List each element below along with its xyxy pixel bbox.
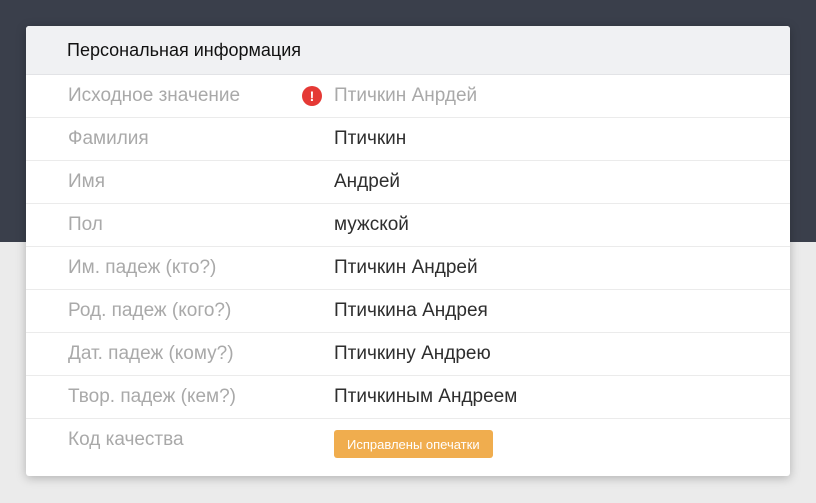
row-name: Имя Андрей (26, 161, 790, 204)
row-nominative: Им. падеж (кто?) Птичкин Андрей (26, 247, 790, 290)
personal-info-card: Персональная информация Исходное значени… (26, 26, 790, 476)
row-genitive: Род. падеж (кого?) Птичкина Андрея (26, 290, 790, 333)
row-label: Род. падеж (кого?) (68, 300, 232, 321)
row-label: Фамилия (68, 128, 149, 149)
row-label: Дат. падеж (кому?) (68, 343, 234, 364)
row-value: Птичкина Андрея (334, 300, 488, 321)
card-title: Персональная информация (67, 39, 302, 60)
row-label: Им. падеж (кто?) (68, 257, 217, 278)
row-gender: Пол мужской (26, 204, 790, 247)
row-surname: Фамилия Птичкин (26, 118, 790, 161)
quality-badge: Исправлены опечатки (334, 430, 493, 458)
row-value: Птичкину Андрею (334, 343, 491, 364)
info-rows: Исходное значение ! Птичкин Анрдей Фамил… (26, 75, 790, 472)
row-label: Пол (68, 214, 103, 235)
row-value: Птичкин Анрдей (334, 85, 478, 106)
card-header: Персональная информация (26, 26, 790, 75)
row-value: Птичкин (334, 128, 407, 149)
row-value: мужской (334, 214, 409, 235)
row-instrumental: Твор. падеж (кем?) Птичкиным Андреем (26, 376, 790, 419)
row-value: Птичкиным Андреем (334, 386, 518, 407)
row-label: Твор. падеж (кем?) (68, 386, 237, 407)
row-source-value: Исходное значение ! Птичкин Анрдей (26, 75, 790, 118)
exclamation-icon: ! (302, 86, 322, 106)
row-label: Имя (68, 171, 106, 192)
row-quality-code: Код качества Исправлены опечатки (26, 419, 790, 472)
row-label: Исходное значение (68, 85, 241, 106)
row-value: Андрей (334, 171, 400, 192)
row-label: Код качества (68, 429, 184, 450)
row-dative: Дат. падеж (кому?) Птичкину Андрею (26, 333, 790, 376)
row-value: Птичкин Андрей (334, 257, 478, 278)
